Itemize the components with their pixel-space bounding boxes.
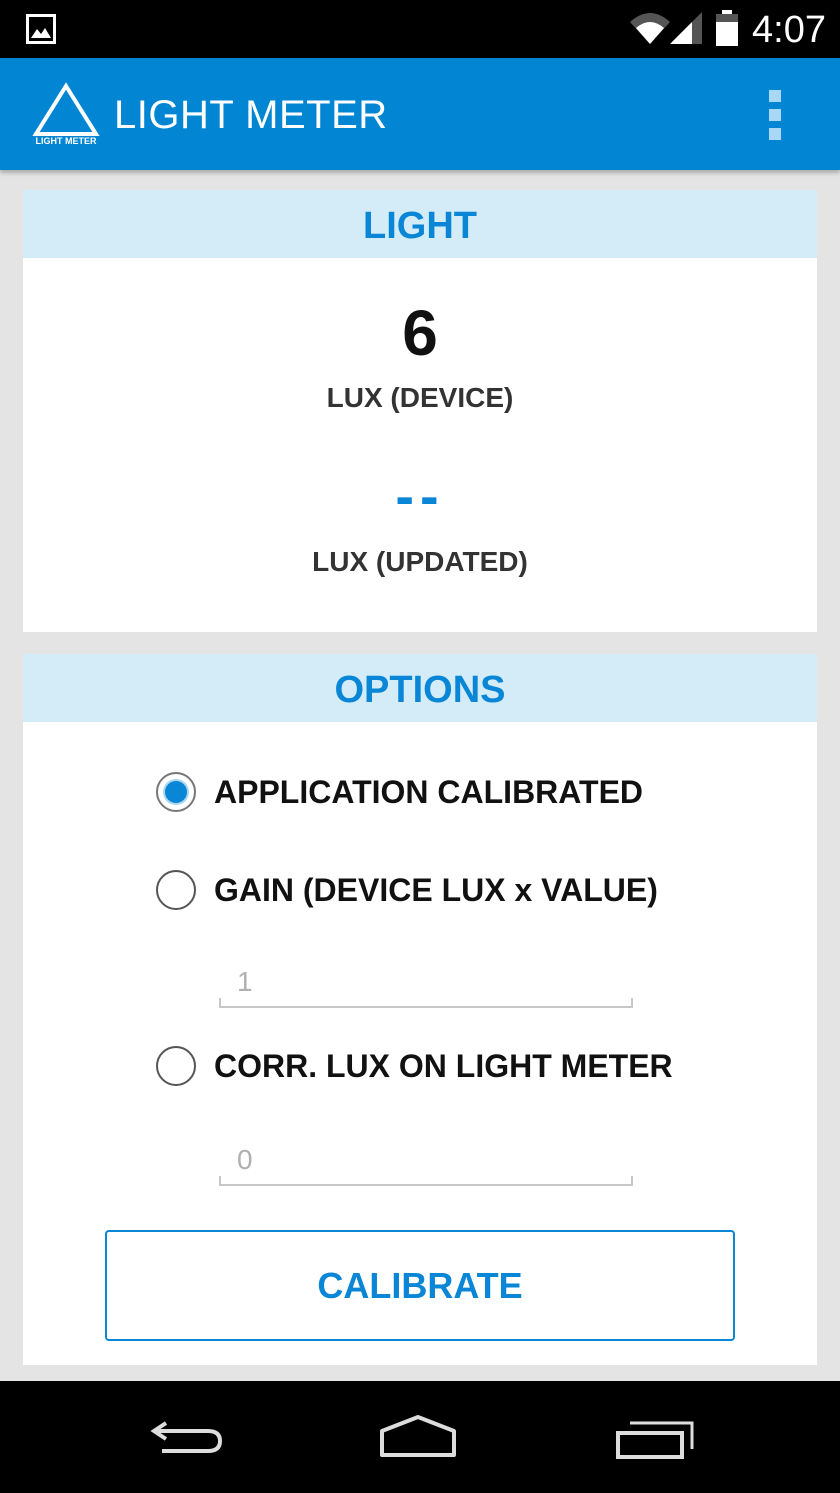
- field-underline: [219, 1176, 633, 1186]
- overflow-menu-icon[interactable]: [758, 88, 792, 142]
- signal-icon: [670, 12, 702, 44]
- app-title: LIGHT METER: [114, 93, 388, 137]
- option-label: CORR. LUX ON LIGHT METER: [214, 1047, 673, 1084]
- status-bar: 4:07: [0, 0, 840, 58]
- overflow-dot: [769, 128, 781, 140]
- battery-icon: [716, 10, 738, 46]
- options-card: OPTIONS APPLICATION CALIBRATED GAIN (DEV…: [23, 654, 817, 1365]
- lux-device-value: 6: [402, 297, 438, 369]
- option-corr-lux[interactable]: CORR. LUX ON LIGHT METER: [156, 1044, 673, 1088]
- home-icon[interactable]: [376, 1409, 460, 1465]
- status-clock: 4:07: [752, 9, 826, 51]
- light-card-header: LIGHT: [23, 190, 817, 258]
- recents-icon[interactable]: [612, 1409, 696, 1465]
- radio-button[interactable]: [156, 1046, 196, 1086]
- corr-lux-value-text: 0: [237, 1144, 253, 1175]
- lux-updated-value: --: [395, 464, 445, 527]
- option-gain[interactable]: GAIN (DEVICE LUX x VALUE): [156, 868, 658, 912]
- calibrate-button[interactable]: CALIBRATE: [105, 1230, 735, 1341]
- wifi-icon: [630, 13, 670, 44]
- option-application-calibrated[interactable]: APPLICATION CALIBRATED: [156, 770, 643, 814]
- navigation-bar: [0, 1381, 840, 1493]
- field-underline: [219, 998, 633, 1008]
- overflow-dot: [769, 90, 781, 102]
- gain-value-text: 1: [237, 966, 253, 997]
- option-label: APPLICATION CALIBRATED: [214, 773, 644, 810]
- logo-text: LIGHT METER: [36, 136, 97, 146]
- lux-device-label: LUX (DEVICE): [326, 382, 514, 413]
- radio-button-checked[interactable]: [156, 772, 196, 812]
- options-card-header: OPTIONS: [23, 654, 817, 722]
- overflow-dot: [769, 109, 781, 121]
- option-label: GAIN (DEVICE LUX x VALUE): [214, 871, 658, 908]
- radio-button[interactable]: [156, 870, 196, 910]
- light-card: LIGHT 6 LUX (DEVICE) -- LUX (UPDATED): [23, 190, 817, 632]
- light-meter-logo-icon: LIGHT METER: [32, 82, 100, 146]
- lux-updated-label: LUX (UPDATED): [312, 546, 528, 577]
- app-bar: LIGHT METER LIGHT METER: [0, 58, 840, 170]
- back-icon[interactable]: [144, 1409, 228, 1465]
- image-notification-icon: [26, 14, 56, 44]
- corr-lux-value-field[interactable]: 0: [219, 1142, 633, 1186]
- gain-value-field[interactable]: 1: [219, 964, 633, 1008]
